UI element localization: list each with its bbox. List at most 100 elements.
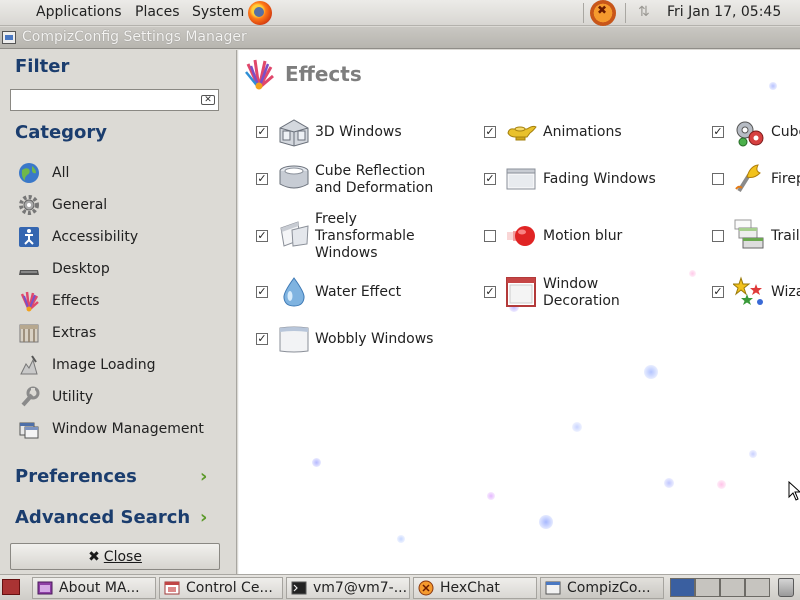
taskbar-item-terminal[interactable]: vm7@vm7-... (286, 577, 410, 599)
plugin-checkbox-wizard[interactable]: ✓ (712, 286, 724, 298)
plugin-label[interactable]: Trail (771, 228, 800, 245)
category-label: General (52, 197, 108, 213)
close-button[interactable]: ✖ Close (10, 543, 220, 570)
menu-system[interactable]: System (192, 4, 244, 20)
main-panel: Effects ✓ 3D Windows ✓ Animations ✓ Cube… (238, 50, 800, 574)
sidebar: Filter ✕ Category All General Accessibil… (0, 50, 237, 574)
sparkle (689, 270, 696, 277)
gear-icon (18, 194, 42, 216)
plugin-checkbox-freely-transformable[interactable]: ✓ (256, 230, 268, 242)
category-item-effects[interactable]: Effects (18, 288, 228, 314)
plugin-checkbox-fading-windows[interactable]: ✓ (484, 173, 496, 185)
sparkle (769, 82, 777, 90)
category-label: Extras (52, 325, 97, 341)
image-loading-icon (18, 354, 42, 376)
sparkle (717, 480, 726, 489)
category-label: Image Loading (52, 357, 156, 373)
plugin-checkbox-wobbly-windows[interactable]: ✓ (256, 333, 268, 345)
taskbar-item-hexchat[interactable]: HexChat (413, 577, 537, 599)
workspace-4[interactable] (745, 578, 770, 597)
sparkle (397, 535, 405, 543)
sparkle (644, 365, 658, 379)
preferences-link[interactable]: Preferences (15, 466, 137, 487)
hexchat-tray-icon[interactable] (590, 0, 616, 26)
clear-icon[interactable]: ✕ (201, 95, 215, 105)
plugin-label[interactable]: Cube (771, 124, 800, 141)
compiz-icon (545, 580, 561, 596)
utility-icon (18, 386, 42, 408)
plugin-checkbox-cube-reflection[interactable]: ✓ (256, 173, 268, 185)
chevron-right-icon[interactable]: › (200, 468, 214, 486)
category-heading: Category (15, 122, 108, 143)
plugin-checkbox-trailfocus[interactable] (712, 230, 724, 242)
taskbar-item-compizconfig[interactable]: CompizCo... (540, 577, 664, 599)
plugin-label-line: Window Decoration (543, 276, 620, 309)
taskbar-item-label: Control Ce... (186, 580, 273, 596)
plugin-label[interactable]: Cube Reflection and Deformation (315, 163, 433, 197)
sparkle (487, 492, 495, 500)
plugin-checkbox-firepaint[interactable] (712, 173, 724, 185)
close-button-label: Close (103, 548, 142, 565)
fading-windows-icon (505, 163, 537, 195)
trash-icon[interactable] (778, 578, 794, 597)
effects-icon (18, 290, 42, 312)
motion-blur-icon (505, 220, 537, 252)
plugin-label[interactable]: Window Decoration (543, 276, 620, 310)
category-item-image-loading[interactable]: Image Loading (18, 352, 228, 378)
category-item-accessibility[interactable]: Accessibility (18, 224, 228, 250)
plugin-checkbox-water-effect[interactable]: ✓ (256, 286, 268, 298)
water-drop-icon (278, 276, 310, 308)
terminal-icon (291, 580, 307, 596)
clock[interactable]: Fri Jan 17, 05:45 (667, 4, 781, 20)
panel-separator (625, 3, 626, 23)
plugin-checkbox-animations[interactable]: ✓ (484, 126, 496, 138)
category-label: All (52, 165, 70, 181)
category-item-extras[interactable]: Extras (18, 320, 228, 346)
plugin-label[interactable]: Water Effect (315, 284, 401, 301)
plugin-checkbox-3d-windows[interactable]: ✓ (256, 126, 268, 138)
plugin-label[interactable]: Animations (543, 124, 622, 141)
taskbar-item-about[interactable]: About MA... (32, 577, 156, 599)
plugin-checkbox-cube[interactable]: ✓ (712, 126, 724, 138)
window-menu-icon[interactable] (2, 31, 16, 44)
category-item-all[interactable]: All (18, 160, 228, 186)
window-decoration-icon (505, 276, 537, 308)
plugin-checkbox-window-decoration[interactable]: ✓ (484, 286, 496, 298)
plugin-label[interactable]: Firep (771, 171, 800, 188)
accessibility-icon (18, 226, 42, 248)
show-desktop-icon[interactable] (2, 579, 20, 595)
category-item-window-management[interactable]: Window Management (18, 416, 228, 442)
plugin-label[interactable]: Wiza (771, 284, 800, 301)
plugin-label[interactable]: Motion blur (543, 228, 622, 245)
category-label: Desktop (52, 261, 110, 277)
plugin-label[interactable]: Fading Windows (543, 171, 656, 188)
menu-applications[interactable]: Applications (36, 4, 122, 20)
chevron-right-icon[interactable]: › (200, 509, 214, 527)
workspace-2[interactable] (695, 578, 720, 597)
effects-icon (243, 58, 275, 90)
taskbar-item-control-center[interactable]: Control Ce... (159, 577, 283, 599)
plugin-label[interactable]: 3D Windows (315, 124, 402, 141)
firefox-icon[interactable] (248, 1, 272, 25)
advanced-search-link[interactable]: Advanced Search (15, 507, 190, 528)
sparkle (664, 478, 674, 488)
window-management-icon (18, 418, 42, 440)
plugin-label[interactable]: Freely Transformable Windows (315, 211, 415, 262)
network-icon[interactable]: ⇅ (638, 4, 650, 20)
workspace-3[interactable] (720, 578, 745, 597)
filter-input[interactable]: ✕ (10, 89, 219, 111)
plugin-label[interactable]: Wobbly Windows (315, 331, 433, 348)
window-titlebar[interactable]: CompizConfig Settings Manager (0, 27, 800, 49)
category-item-utility[interactable]: Utility (18, 384, 228, 410)
plugin-checkbox-motion-blur[interactable] (484, 230, 496, 242)
category-item-general[interactable]: General (18, 192, 228, 218)
wobbly-windows-icon (278, 323, 310, 355)
trailfocus-icon (733, 218, 765, 250)
category-label: Utility (52, 389, 94, 405)
3d-windows-icon (278, 116, 310, 148)
category-item-desktop[interactable]: Desktop (18, 256, 228, 282)
sparkle (539, 515, 553, 529)
workspace-1[interactable] (670, 578, 695, 597)
taskbar: About MA... Control Ce... vm7@vm7-... He… (0, 574, 800, 600)
menu-places[interactable]: Places (135, 4, 180, 20)
